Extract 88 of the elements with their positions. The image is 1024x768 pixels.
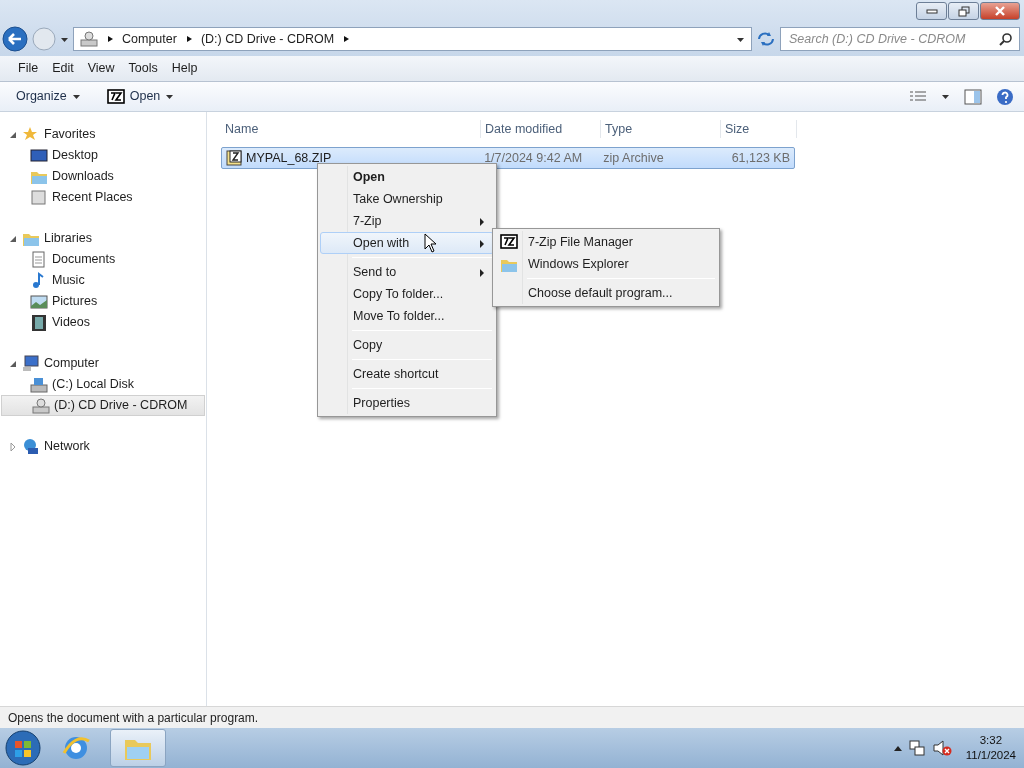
close-button[interactable]: [980, 2, 1020, 20]
chevron-icon: [184, 34, 193, 44]
minimize-button[interactable]: [916, 2, 947, 20]
sidebar-item[interactable]: (D:) CD Drive - CDROM: [1, 395, 205, 416]
menu-item[interactable]: Take Ownership: [320, 188, 494, 210]
back-button[interactable]: [2, 26, 28, 52]
caret-icon: [71, 92, 81, 101]
sidebar-item[interactable]: (C:) Local Disk: [0, 374, 206, 395]
preview-pane-icon[interactable]: [964, 88, 982, 105]
menu-item[interactable]: Edit: [46, 57, 80, 80]
breadcrumb[interactable]: Computer: [122, 29, 177, 49]
clock[interactable]: 3:32 11/1/2024: [957, 733, 1024, 763]
menu-item[interactable]: Send to: [320, 261, 494, 283]
submenu-arrow-icon: [479, 240, 485, 248]
menu-item[interactable]: Open with: [320, 232, 494, 254]
menu-item[interactable]: Help: [165, 57, 204, 80]
restore-button[interactable]: [948, 2, 979, 20]
cd-drive-icon: [32, 396, 50, 415]
sidebar-item[interactable]: Network: [0, 436, 206, 457]
breadcrumb[interactable]: (D:) CD Drive - CDROM: [200, 29, 335, 49]
menu-item[interactable]: 7-Zip: [320, 210, 494, 232]
menu-item[interactable]: Choose default program...: [495, 282, 717, 304]
menu-item[interactable]: Windows Explorer: [495, 253, 717, 275]
menu-item[interactable]: Copy: [320, 334, 494, 356]
clock-time: 3:32: [978, 733, 1004, 748]
network-icon[interactable]: [907, 739, 926, 757]
caret-icon[interactable]: [941, 92, 950, 101]
chevron-icon: [106, 34, 114, 44]
close-icon: [994, 6, 1006, 16]
mouse-cursor-icon: [424, 233, 438, 253]
sidebar-item[interactable]: Downloads: [0, 166, 206, 187]
cd-drive-icon: [80, 30, 98, 48]
status-text: Opens the document with a particular program.: [8, 709, 259, 727]
picture-icon: [30, 292, 48, 311]
toolbar-button[interactable]: Open: [100, 85, 181, 108]
chevron-icon: [342, 34, 351, 44]
sidebar-item[interactable]: Recent Places: [0, 187, 206, 208]
table-cell-text: 61,123 KB: [730, 149, 791, 167]
sidebar-item[interactable]: Computer: [0, 353, 206, 374]
document-icon: [30, 250, 48, 269]
menu-item[interactable]: Open: [320, 166, 494, 188]
refresh-icon[interactable]: [756, 30, 776, 48]
zip-file-icon: [226, 150, 242, 166]
menu-item[interactable]: Copy To folder...: [320, 283, 494, 305]
table-cell-text: zip Archive: [602, 149, 665, 167]
menu-item[interactable]: View: [81, 57, 121, 80]
network-icon: [22, 437, 40, 456]
clock-date: 11/1/2024: [965, 748, 1016, 763]
help-icon[interactable]: [996, 87, 1014, 106]
menu-item[interactable]: Tools: [122, 57, 164, 80]
file-row[interactable]: MYPAL_68.ZIP 1/7/2024 9:42 AM zip Archive 61,123 KB: [221, 147, 795, 169]
disk-icon: [30, 375, 48, 394]
computer-icon: [22, 354, 40, 373]
expand-arrow-icon[interactable]: [8, 441, 18, 452]
menu-item[interactable]: Move To folder...: [320, 305, 494, 327]
column-header[interactable]: Date modified: [481, 119, 601, 139]
column-header[interactable]: Name: [221, 119, 481, 139]
tray-arrow-icon[interactable]: [893, 745, 902, 751]
film-icon: [30, 313, 48, 332]
muted-speaker-icon[interactable]: [931, 739, 952, 757]
sidebar-item[interactable]: Favorites: [0, 124, 206, 145]
sidebar-item[interactable]: Desktop: [0, 145, 206, 166]
address-bar[interactable]: Computer (D:) CD Drive - CDROM: [73, 27, 752, 51]
sidebar-item[interactable]: Music: [0, 270, 206, 291]
sidebar-item[interactable]: Pictures: [0, 291, 206, 312]
search-icon[interactable]: [999, 32, 1013, 46]
sidebar-item[interactable]: Documents: [0, 249, 206, 270]
minimize-icon: [925, 8, 938, 14]
submenu-arrow-icon: [479, 218, 485, 226]
submenu-arrow-icon: [479, 269, 485, 277]
table-cell-text: MYPAL_68.ZIP: [246, 149, 332, 167]
table-cell-text: 1/7/2024 9:42 AM: [483, 149, 584, 167]
menu-item[interactable]: 7-Zip File Manager: [495, 231, 717, 253]
column-header[interactable]: Size: [721, 119, 797, 139]
sevenzip-icon: [500, 234, 518, 249]
search-field[interactable]: Search (D:) CD Drive - CDROM: [780, 27, 1020, 51]
menu-item[interactable]: File: [12, 57, 45, 80]
sidebar-item[interactable]: Videos: [0, 312, 206, 333]
column-header[interactable]: Type: [601, 119, 721, 139]
start-button[interactable]: [4, 729, 42, 767]
menu-item[interactable]: Create shortcut: [320, 363, 494, 385]
restore-icon: [957, 5, 970, 17]
sidebar-item[interactable]: Libraries: [0, 228, 206, 249]
toolbar-button[interactable]: Organize: [10, 85, 87, 108]
menu-item[interactable]: Properties: [320, 392, 494, 414]
caret-icon: [165, 92, 175, 101]
desktop-icon: [30, 146, 48, 165]
sevenzip-icon: [106, 89, 125, 104]
